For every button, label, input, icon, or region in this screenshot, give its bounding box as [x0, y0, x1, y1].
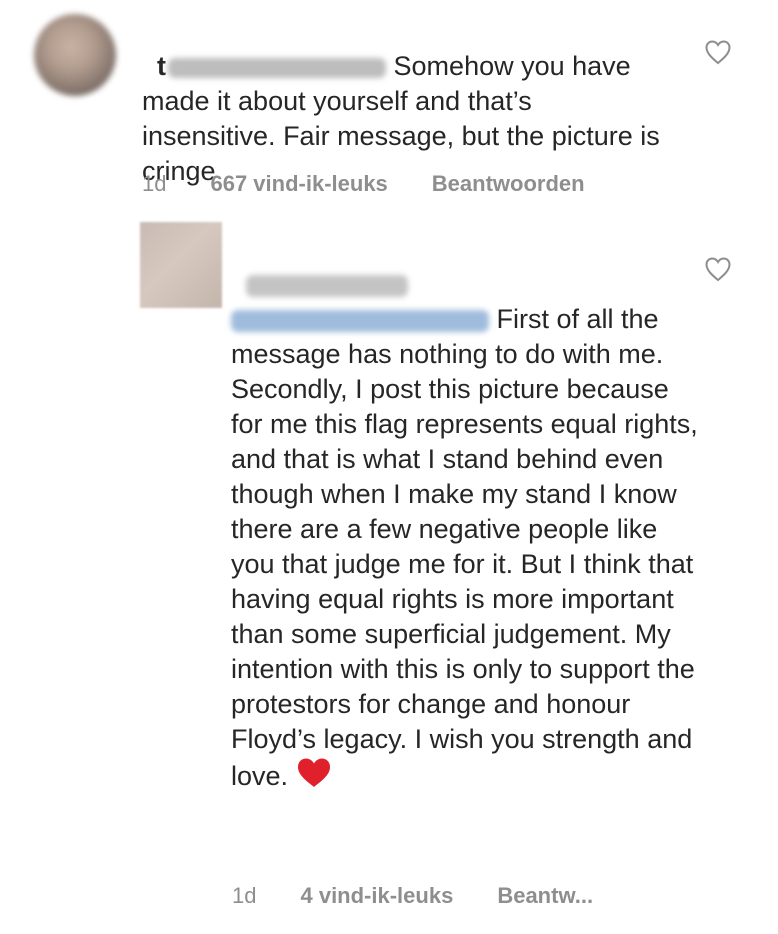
reply-button[interactable]: Beantw... — [497, 883, 593, 909]
comment-meta: 1d 667 vind-ik-leuks Beantwoorden — [142, 171, 585, 197]
comment-time: 1d — [232, 883, 257, 908]
commenter-username[interactable] — [246, 269, 409, 299]
comment-body: t Somehow you have made it about yoursel… — [142, 14, 662, 189]
comment-meta: 1d 4 vind-ik-leuks Beantw... — [232, 883, 593, 909]
reply-button[interactable]: Beantwoorden — [432, 171, 585, 197]
redacted-mention — [231, 309, 489, 332]
comment-likes[interactable]: 4 vind-ik-leuks — [300, 883, 453, 909]
mention-link[interactable] — [231, 304, 489, 334]
comment-likes[interactable]: 667 vind-ik-leuks — [210, 171, 387, 197]
redacted-username — [246, 274, 409, 297]
heart-outline-icon[interactable] — [704, 39, 732, 65]
redacted-username — [168, 57, 387, 78]
comment-body: First of all the message has nothing to … — [231, 232, 701, 798]
commenter-avatar[interactable] — [34, 14, 116, 96]
heart-outline-icon[interactable] — [704, 256, 732, 282]
comments-screen: { "comments": [ { "username_redacted": t… — [0, 0, 778, 934]
commenter-username[interactable]: t — [157, 51, 387, 81]
comment-time: 1d — [142, 171, 167, 196]
comment-text: First of all the message has nothing to … — [231, 304, 706, 791]
red-heart-icon — [296, 757, 332, 798]
commenter-avatar[interactable] — [140, 222, 222, 308]
